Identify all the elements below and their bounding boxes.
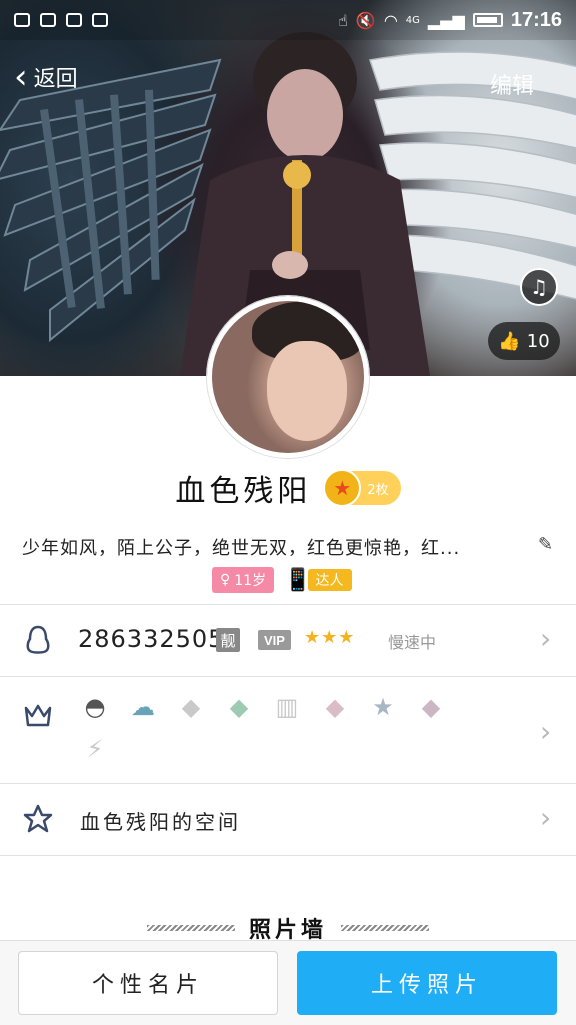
mail-notification-icon xyxy=(92,13,108,27)
hatch-decoration xyxy=(341,925,429,931)
upload-photo-button[interactable]: 上传照片 xyxy=(297,951,557,1015)
status-bar: ☝ 🔇 ◠ 4G ▂▄▆ 17:16 xyxy=(0,0,576,40)
lightning-badge-icon[interactable]: ⚡ xyxy=(78,732,112,766)
music-note-icon[interactable]: ♫ xyxy=(520,268,558,306)
qzone-row[interactable]: 血色残阳的空间 › xyxy=(0,784,576,854)
chevron-right-icon: › xyxy=(540,622,552,655)
pencil-icon[interactable]: ✎ xyxy=(538,534,553,555)
age-label: 11岁 xyxy=(234,573,267,589)
speed-status: 慢速中 xyxy=(388,633,437,652)
pink-diamond-badge-icon[interactable]: ◆ xyxy=(318,690,352,724)
badge-list: ◓ ☁ ◆ ◆ ▥ ◆ ★ ◆ ⚡ xyxy=(78,690,458,766)
chevron-right-icon: › xyxy=(540,801,552,834)
avatar[interactable] xyxy=(207,296,369,458)
star-badge-icon[interactable]: ★ xyxy=(366,690,400,724)
gender-icon: ♀ xyxy=(220,572,231,588)
mute-icon: 🔇 xyxy=(355,10,376,30)
hatch-decoration xyxy=(146,925,235,931)
touch-icon: ☝ xyxy=(338,10,348,30)
crown-icon xyxy=(22,699,54,731)
level-badge[interactable]: ★ 2枚 xyxy=(323,469,401,507)
image-notification-icon xyxy=(14,13,30,27)
edit-button[interactable]: 编辑 xyxy=(490,68,534,100)
chevron-right-icon: › xyxy=(540,715,552,748)
notification-icons xyxy=(0,13,108,27)
qzone-label: 血色残阳的空间 xyxy=(80,810,241,834)
clock: 17:16 xyxy=(510,8,562,31)
qq-penguin-badge-icon[interactable]: ◓ xyxy=(78,690,112,724)
signal-icon: 4G xyxy=(405,14,420,26)
daren-label: 达人 xyxy=(307,569,352,591)
thumbs-up-icon: 👍 xyxy=(498,330,521,352)
green-diamond-badge-icon[interactable]: ◆ xyxy=(222,690,256,724)
penguin-icon xyxy=(22,624,54,656)
vip-badge: VIP xyxy=(258,630,291,650)
wifi-icon: ◠ xyxy=(383,10,398,30)
divider xyxy=(0,855,576,856)
signal-bars-icon: ▂▄▆ xyxy=(427,10,465,30)
battery-icon xyxy=(472,13,503,27)
chevron-left-icon: ‹ xyxy=(14,57,28,97)
age-tag: ♀ 11岁 xyxy=(212,567,275,593)
qq-info-row[interactable]: 2863325052 靓 VIP ★★★ 慢速中 › xyxy=(0,605,576,675)
like-count: 10 xyxy=(526,330,550,352)
profile-tags: ♀ 11岁 📱 达人 xyxy=(212,566,352,594)
cloud-vip-badge-icon[interactable]: ☁ xyxy=(126,690,160,724)
bottom-action-bar: 个性名片 上传照片 xyxy=(0,940,576,1025)
profile-name: 血色残阳 xyxy=(175,474,312,509)
liang-badge: 靓 xyxy=(216,628,240,652)
book-badge-icon[interactable]: ▥ xyxy=(270,690,304,724)
qzone-star-icon xyxy=(22,803,54,835)
name-row: 血色残阳 ★ 2枚 xyxy=(0,466,576,510)
app-notification-icon xyxy=(66,13,82,27)
star-icon: ★ xyxy=(323,469,362,507)
like-button[interactable]: 👍 10 xyxy=(488,322,560,360)
diamond-badge-icon[interactable]: ◆ xyxy=(174,690,208,724)
chat-notification-icon xyxy=(40,13,56,27)
daren-tag[interactable]: 📱 达人 xyxy=(284,566,352,594)
bio-text: 少年如风，陌上公子，绝世无双，红色更惊艳，红... xyxy=(22,538,461,559)
level-badge-label: 2枚 xyxy=(367,482,389,498)
vip-stars: ★★★ xyxy=(304,627,356,648)
back-button[interactable]: ‹ 返回 xyxy=(14,60,78,94)
profile-card-button[interactable]: 个性名片 xyxy=(18,951,278,1015)
purple-diamond-badge-icon[interactable]: ◆ xyxy=(414,690,448,724)
back-label: 返回 xyxy=(33,67,78,92)
